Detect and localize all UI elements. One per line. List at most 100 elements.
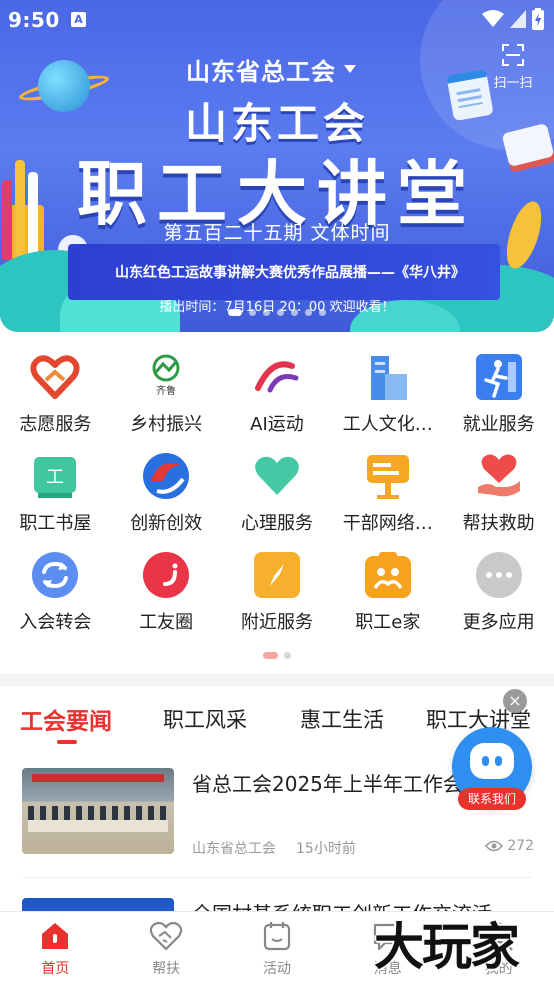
thumbnail-banner [32,774,164,782]
innovation-icon [143,453,190,499]
caret-down-icon [344,65,356,73]
news-source: 山东省总工会 [192,841,276,857]
app-label: 创新创效 [130,513,203,534]
customer-service-assistant[interactable]: 联系我们 [452,727,532,811]
profile-icon [484,922,513,951]
app-label: 志愿服务 [19,414,92,435]
app-ai-sport[interactable]: AI运动 [222,350,333,449]
page-dot [284,652,291,659]
app-innovation[interactable]: 创新创效 [111,449,222,548]
app-workmate-circle[interactable]: 工友圈 [111,548,222,647]
app-nearby-service[interactable]: 附近服务 [222,548,333,647]
more-icon [475,552,522,598]
banner-dot[interactable] [291,309,298,316]
banner-dot[interactable] [319,309,326,316]
banner-dot[interactable] [277,309,284,316]
nav-home[interactable]: 首页 [0,912,111,985]
app-label: AI运动 [250,414,304,435]
nav-label: 消息 [373,961,402,977]
family-icon [364,552,411,598]
nav-activity[interactable]: 活动 [222,912,333,985]
news-view-count: 272 [507,838,534,854]
wifi-icon [482,10,504,27]
svg-text:齐鲁: 齐鲁 [156,384,176,397]
thumbnail-table [28,820,168,832]
village-logo-icon: 齐鲁 [152,354,180,397]
banner-dot[interactable] [305,309,312,316]
app-label: 附近服务 [240,612,313,633]
robot-icon [470,743,514,779]
app-label: 职工书屋 [19,513,92,534]
green-heart-icon [255,456,299,495]
tab-worker-style[interactable]: 职工风采 [163,704,247,734]
app-grid: 志愿服务 齐鲁 乡村振兴 AI运动 工人文化… 就业服务 工 职工书屋 创新创效… [0,350,554,647]
banner-pagination[interactable] [0,309,554,316]
app-home-screen: 9:50 A 山东省总工会 扫一扫 山东工会 职工大讲堂 第五百二十五期 文体时… [0,0,554,985]
scan-icon [502,44,524,66]
active-tab-indicator [57,740,77,744]
transfer-icon [32,552,79,598]
hero-banner[interactable]: 9:50 A 山东省总工会 扫一扫 山东工会 职工大讲堂 第五百二十五期 文体时… [0,0,554,332]
home-icon [42,923,69,949]
app-label: 工友圈 [139,612,194,633]
news-meta: 山东省总工会 15小时前 [192,838,356,858]
nav-assist[interactable]: 帮扶 [111,912,222,985]
banner-dot[interactable] [263,309,270,316]
nav-label: 帮扶 [152,961,181,977]
app-cadre-network[interactable]: 干部网络… [332,449,443,548]
book-icon: 工 [34,457,77,498]
building-icon [370,356,407,400]
app-more[interactable]: 更多应用 [443,548,554,647]
scan-label: 扫一扫 [493,76,533,91]
app-label: 更多应用 [462,612,535,633]
notification-a-icon: A [71,12,86,27]
thumbnail-people [28,806,168,820]
chat-bubble-icon [143,552,190,598]
scan-button[interactable]: 扫一扫 [488,44,538,96]
section-divider [0,674,554,686]
app-volunteer-service[interactable]: 志愿服务 [0,350,111,449]
handshake-icon [150,921,183,951]
eye-icon [485,840,504,852]
compass-icon [253,552,300,598]
nav-label: 首页 [41,961,70,977]
activity-icon [263,922,291,951]
nav-label: 我的 [484,961,513,977]
app-label: 乡村振兴 [130,414,203,435]
nav-messages[interactable]: 消息 [332,912,443,985]
tab-union-news[interactable]: 工会要闻 [20,702,112,736]
app-label: 干部网络… [342,513,433,534]
app-worker-ehome[interactable]: 职工e家 [332,548,443,647]
tab-worker-life[interactable]: 惠工生活 [300,704,384,734]
app-worker-bookhouse[interactable]: 工 职工书屋 [0,449,111,548]
app-join-transfer[interactable]: 入会转会 [0,548,111,647]
runner-door-icon [475,354,522,400]
news-divider [22,877,532,878]
contact-us-label: 联系我们 [458,788,526,810]
nav-label: 活动 [262,961,291,977]
bottom-navigation: 首页 帮扶 活动 消息 我的 [0,911,554,985]
svg-text:工: 工 [46,467,64,488]
app-employment-service[interactable]: 就业服务 [443,350,554,449]
app-label: 帮扶救助 [462,513,535,534]
status-time: 9:50 [8,8,60,32]
banner-dot-active[interactable] [228,309,242,316]
organization-selector[interactable]: 山东省总工会 [186,52,356,86]
nav-profile[interactable]: 我的 [443,912,554,985]
close-icon[interactable]: × [503,689,527,713]
organization-name: 山东省总工会 [186,57,336,86]
system-icons [482,8,544,30]
app-rural-revival[interactable]: 齐鲁 乡村振兴 [111,350,222,449]
app-assistance-relief[interactable]: 帮扶救助 [443,449,554,548]
banner-dot[interactable] [249,309,256,316]
app-worker-culture[interactable]: 工人文化… [332,350,443,449]
app-grid-pagination[interactable] [0,652,554,659]
heart-care-icon [477,454,520,497]
app-label: 心理服务 [240,513,313,534]
heart-hand-icon [30,355,80,399]
app-label: 入会转会 [19,612,92,633]
app-psychological-service[interactable]: 心理服务 [222,449,333,548]
ai-sport-icon [254,361,299,393]
podium-icon [366,455,409,499]
signal-icon [510,10,526,28]
